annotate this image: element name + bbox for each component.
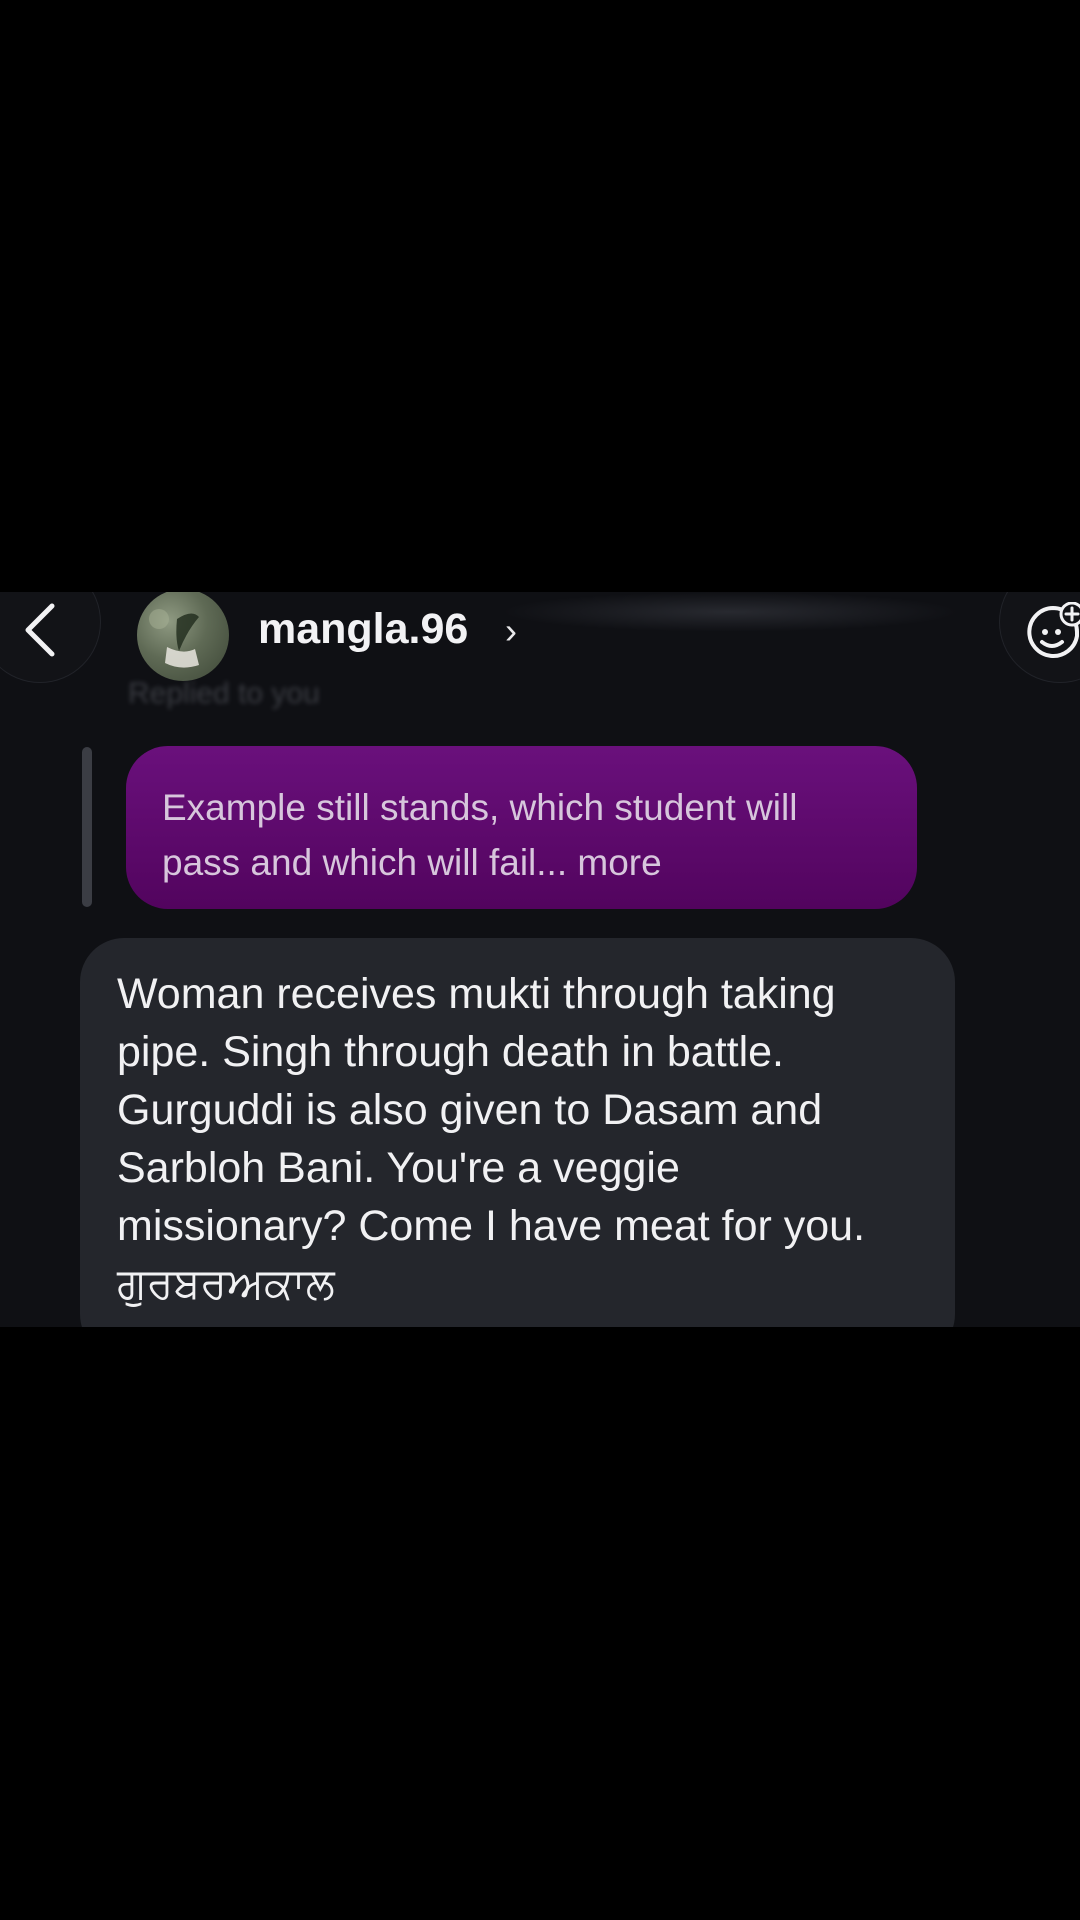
quoted-message-body: Example still stands, which student will… xyxy=(162,787,798,883)
screen: mangla.96 › Replied to you Example still… xyxy=(0,0,1080,1920)
replied-label: Replied to you xyxy=(128,677,320,710)
message-line: Gurguddi is also given to Dasam and xyxy=(117,1086,823,1134)
header-blur xyxy=(500,592,960,632)
username[interactable]: mangla.96 xyxy=(258,604,468,654)
sticker-add-icon xyxy=(1027,602,1080,658)
avatar-image xyxy=(149,609,199,668)
quoted-message-bubble[interactable]: Example still stands, which student will… xyxy=(126,746,917,909)
reply-indicator-bar xyxy=(82,747,92,907)
profile-chevron-icon[interactable]: › xyxy=(505,610,517,652)
message-line: Sarbloh Bani. You're a veggie xyxy=(117,1144,680,1192)
received-message-bubble[interactable]: Woman receives mukti through taking pipe… xyxy=(80,938,955,1327)
message-line: Woman receives mukti through taking xyxy=(117,970,836,1018)
quoted-message-text: Example still stands, which student will… xyxy=(162,780,881,890)
sticker-button[interactable] xyxy=(1000,592,1080,682)
message-line: ਗੁਰਬਰਅਕਾਲ xyxy=(117,1260,335,1308)
chat-panel: mangla.96 › Replied to you Example still… xyxy=(0,592,1080,1327)
message-line: missionary? Come I have meat for you. xyxy=(117,1202,866,1250)
avatar[interactable] xyxy=(137,592,229,681)
back-button[interactable] xyxy=(0,592,100,682)
chevron-left-icon xyxy=(25,603,55,657)
message-line: pipe. Singh through death in battle. xyxy=(117,1028,785,1076)
more-link[interactable]: more xyxy=(577,842,661,883)
